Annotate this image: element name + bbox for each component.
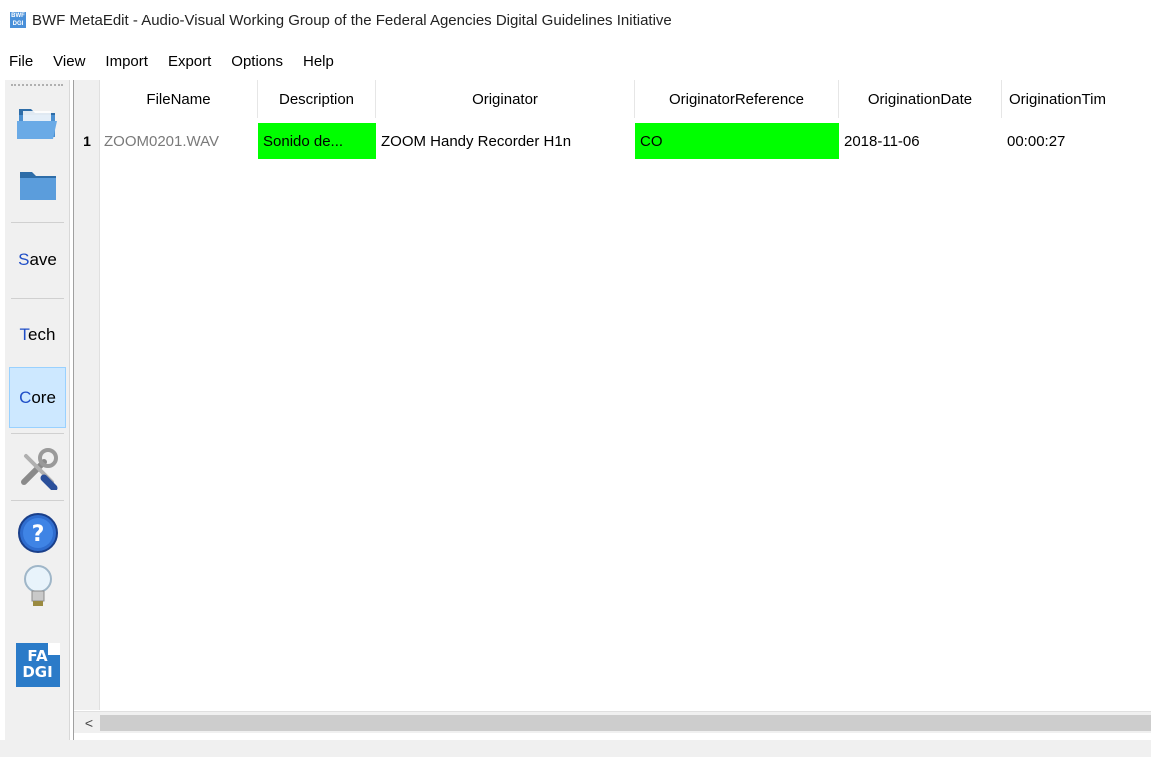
app-icon: BWF DGI <box>10 12 26 28</box>
fadgi-logo-corner <box>47 643 60 655</box>
table-header: FileName Description Originator Originat… <box>100 80 1151 118</box>
tech-label: Tech <box>19 325 56 344</box>
core-view-button[interactable]: Core <box>9 367 66 428</box>
tips-button[interactable] <box>9 562 66 612</box>
cell-description[interactable]: Sonido de... <box>258 123 376 159</box>
tools-icon <box>20 448 58 490</box>
table-row: ZOOM0201.WAV Sonido de... ZOOM Handy Rec… <box>100 123 1151 159</box>
folder-icon <box>19 172 56 200</box>
save-button[interactable]: Save <box>9 240 66 280</box>
column-header-origination-date[interactable]: OriginationDate <box>839 80 1002 118</box>
menu-options[interactable]: Options <box>231 53 283 70</box>
menu-help[interactable]: Help <box>303 53 334 70</box>
fadgi-logo-icon: FA DGI <box>15 643 60 687</box>
open-directory-button[interactable] <box>9 162 66 206</box>
lightbulb-icon <box>23 565 52 606</box>
tech-view-button[interactable]: Tech <box>9 315 66 355</box>
help-icon: ? <box>17 513 58 553</box>
toolbar-separator <box>11 298 64 299</box>
menu-file[interactable]: File <box>9 53 33 70</box>
open-files-button[interactable] <box>9 96 66 146</box>
status-bar <box>0 740 1151 757</box>
core-label: Core <box>19 387 56 407</box>
fadgi-link-button[interactable]: FA DGI <box>9 640 66 690</box>
cell-filename[interactable]: ZOOM0201.WAV <box>100 123 258 159</box>
title-bar: BWF DGI BWF MetaEdit - Audio-Visual Work… <box>0 0 1151 40</box>
cell-origination-date[interactable]: 2018-11-06 <box>839 123 1002 159</box>
menu-bar: File View Import Export Options Help <box>0 48 354 74</box>
svg-text:?: ? <box>31 522 44 547</box>
menu-export[interactable]: Export <box>168 53 211 70</box>
metadata-table: FileName Description Originator Originat… <box>73 80 1151 740</box>
column-header-description[interactable]: Description <box>258 80 376 118</box>
save-label: Save <box>18 250 57 269</box>
cell-originator[interactable]: ZOOM Handy Recorder H1n <box>376 123 635 159</box>
column-header-origination-time[interactable]: OriginationTim <box>1002 80 1151 118</box>
options-button[interactable] <box>9 442 66 494</box>
left-toolbar: Save Tech Core ? FA DGI <box>5 80 70 740</box>
scroll-thumb[interactable] <box>100 715 1151 731</box>
open-folder-icon <box>16 109 57 139</box>
toolbar-grip[interactable] <box>11 84 63 86</box>
menu-import[interactable]: Import <box>105 53 148 70</box>
cell-origination-time[interactable]: 00:00:27 <box>1002 123 1151 159</box>
fadgi-logo-bottom: DGI <box>22 663 53 681</box>
column-header-filename[interactable]: FileName <box>100 80 258 118</box>
row-header-column <box>74 80 100 710</box>
row-number[interactable]: 1 <box>74 123 100 159</box>
window-title: BWF MetaEdit - Audio-Visual Working Grou… <box>32 11 672 29</box>
horizontal-scrollbar[interactable]: < <box>74 711 1151 733</box>
scroll-left-button[interactable]: < <box>80 712 98 734</box>
menu-view[interactable]: View <box>53 53 85 70</box>
toolbar-separator <box>11 222 64 223</box>
help-button[interactable]: ? <box>9 508 66 558</box>
column-header-originator[interactable]: Originator <box>376 80 635 118</box>
column-header-originator-reference[interactable]: OriginatorReference <box>635 80 839 118</box>
toolbar-separator <box>11 500 64 501</box>
toolbar-separator <box>11 433 64 434</box>
cell-originator-reference[interactable]: CO <box>635 123 839 159</box>
